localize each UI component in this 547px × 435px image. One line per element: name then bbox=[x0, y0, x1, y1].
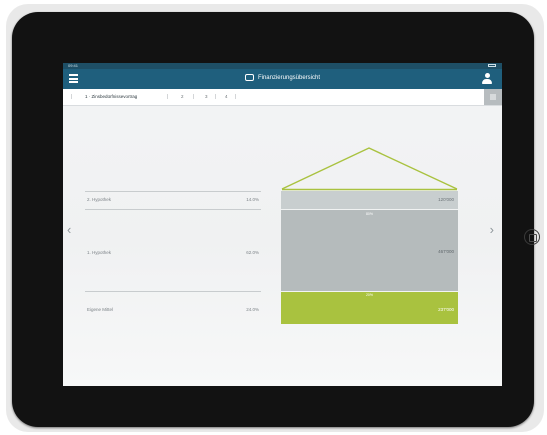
row-label-own-funds: Eigene Mittel bbox=[87, 307, 114, 312]
tab-step-1[interactable]: 1 · Zinsbedürfnissevortrag bbox=[85, 92, 137, 102]
row-divider bbox=[85, 191, 261, 192]
tab-separator: | bbox=[215, 94, 217, 100]
block-2nd-mortgage: 120'000 bbox=[281, 191, 458, 209]
next-arrow-icon[interactable]: › bbox=[490, 223, 494, 237]
step-tabs: | 1 · Zinsbedürfnissevortrag | 2 | 3 | 4… bbox=[63, 89, 502, 106]
tab-separator: | bbox=[193, 94, 195, 100]
home-button[interactable] bbox=[524, 229, 540, 245]
row-divider bbox=[85, 209, 261, 210]
battery-icon bbox=[488, 64, 496, 67]
tab-separator: | bbox=[71, 94, 73, 100]
block-own-funds: 20% 237'000 bbox=[281, 292, 458, 324]
block-value-own-funds: 237'000 bbox=[438, 307, 454, 312]
row-percent-own-funds: 24.0% bbox=[246, 307, 259, 312]
block-value-1st-mortgage: 467'000 bbox=[438, 249, 454, 254]
row-percent-2nd-mortgage: 14.0% bbox=[246, 197, 259, 202]
tab-close-button[interactable] bbox=[484, 89, 502, 105]
row-label-1st-mortgage: 1. Hypothek bbox=[87, 250, 112, 255]
user-profile-icon[interactable] bbox=[482, 73, 492, 85]
tab-step-4[interactable]: 4 bbox=[225, 92, 228, 102]
row-divider bbox=[85, 291, 261, 292]
chat-bubble-icon bbox=[244, 73, 254, 81]
tab-separator: | bbox=[167, 94, 169, 100]
close-icon bbox=[490, 94, 496, 100]
tab-separator: | bbox=[235, 94, 237, 100]
tab-step-3[interactable]: 3 bbox=[205, 92, 208, 102]
app-title-wrap: Finanzierungsübersicht bbox=[63, 73, 502, 83]
house-roof-outline bbox=[281, 147, 458, 191]
row-label-2nd-mortgage: 2. Hypothek bbox=[87, 197, 112, 202]
block-gap-label-1st-mortgage: 80% bbox=[365, 212, 373, 216]
block-value-2nd-mortgage: 120'000 bbox=[438, 197, 454, 202]
previous-arrow-icon[interactable]: ‹ bbox=[67, 223, 71, 237]
app-title: Finanzierungsübersicht bbox=[257, 75, 321, 81]
home-square-icon bbox=[529, 234, 537, 242]
block-1st-mortgage: 80% 467'000 bbox=[281, 210, 458, 291]
app-screen: 09:41 Finanzierungsübersicht | 1 · Zinsb… bbox=[63, 63, 502, 386]
tab-step-2[interactable]: 2 bbox=[181, 92, 184, 102]
row-percent-1st-mortgage: 62.0% bbox=[246, 250, 259, 255]
block-gap-label-own-funds: 20% bbox=[365, 293, 373, 297]
app-header: Finanzierungsübersicht bbox=[63, 69, 502, 89]
